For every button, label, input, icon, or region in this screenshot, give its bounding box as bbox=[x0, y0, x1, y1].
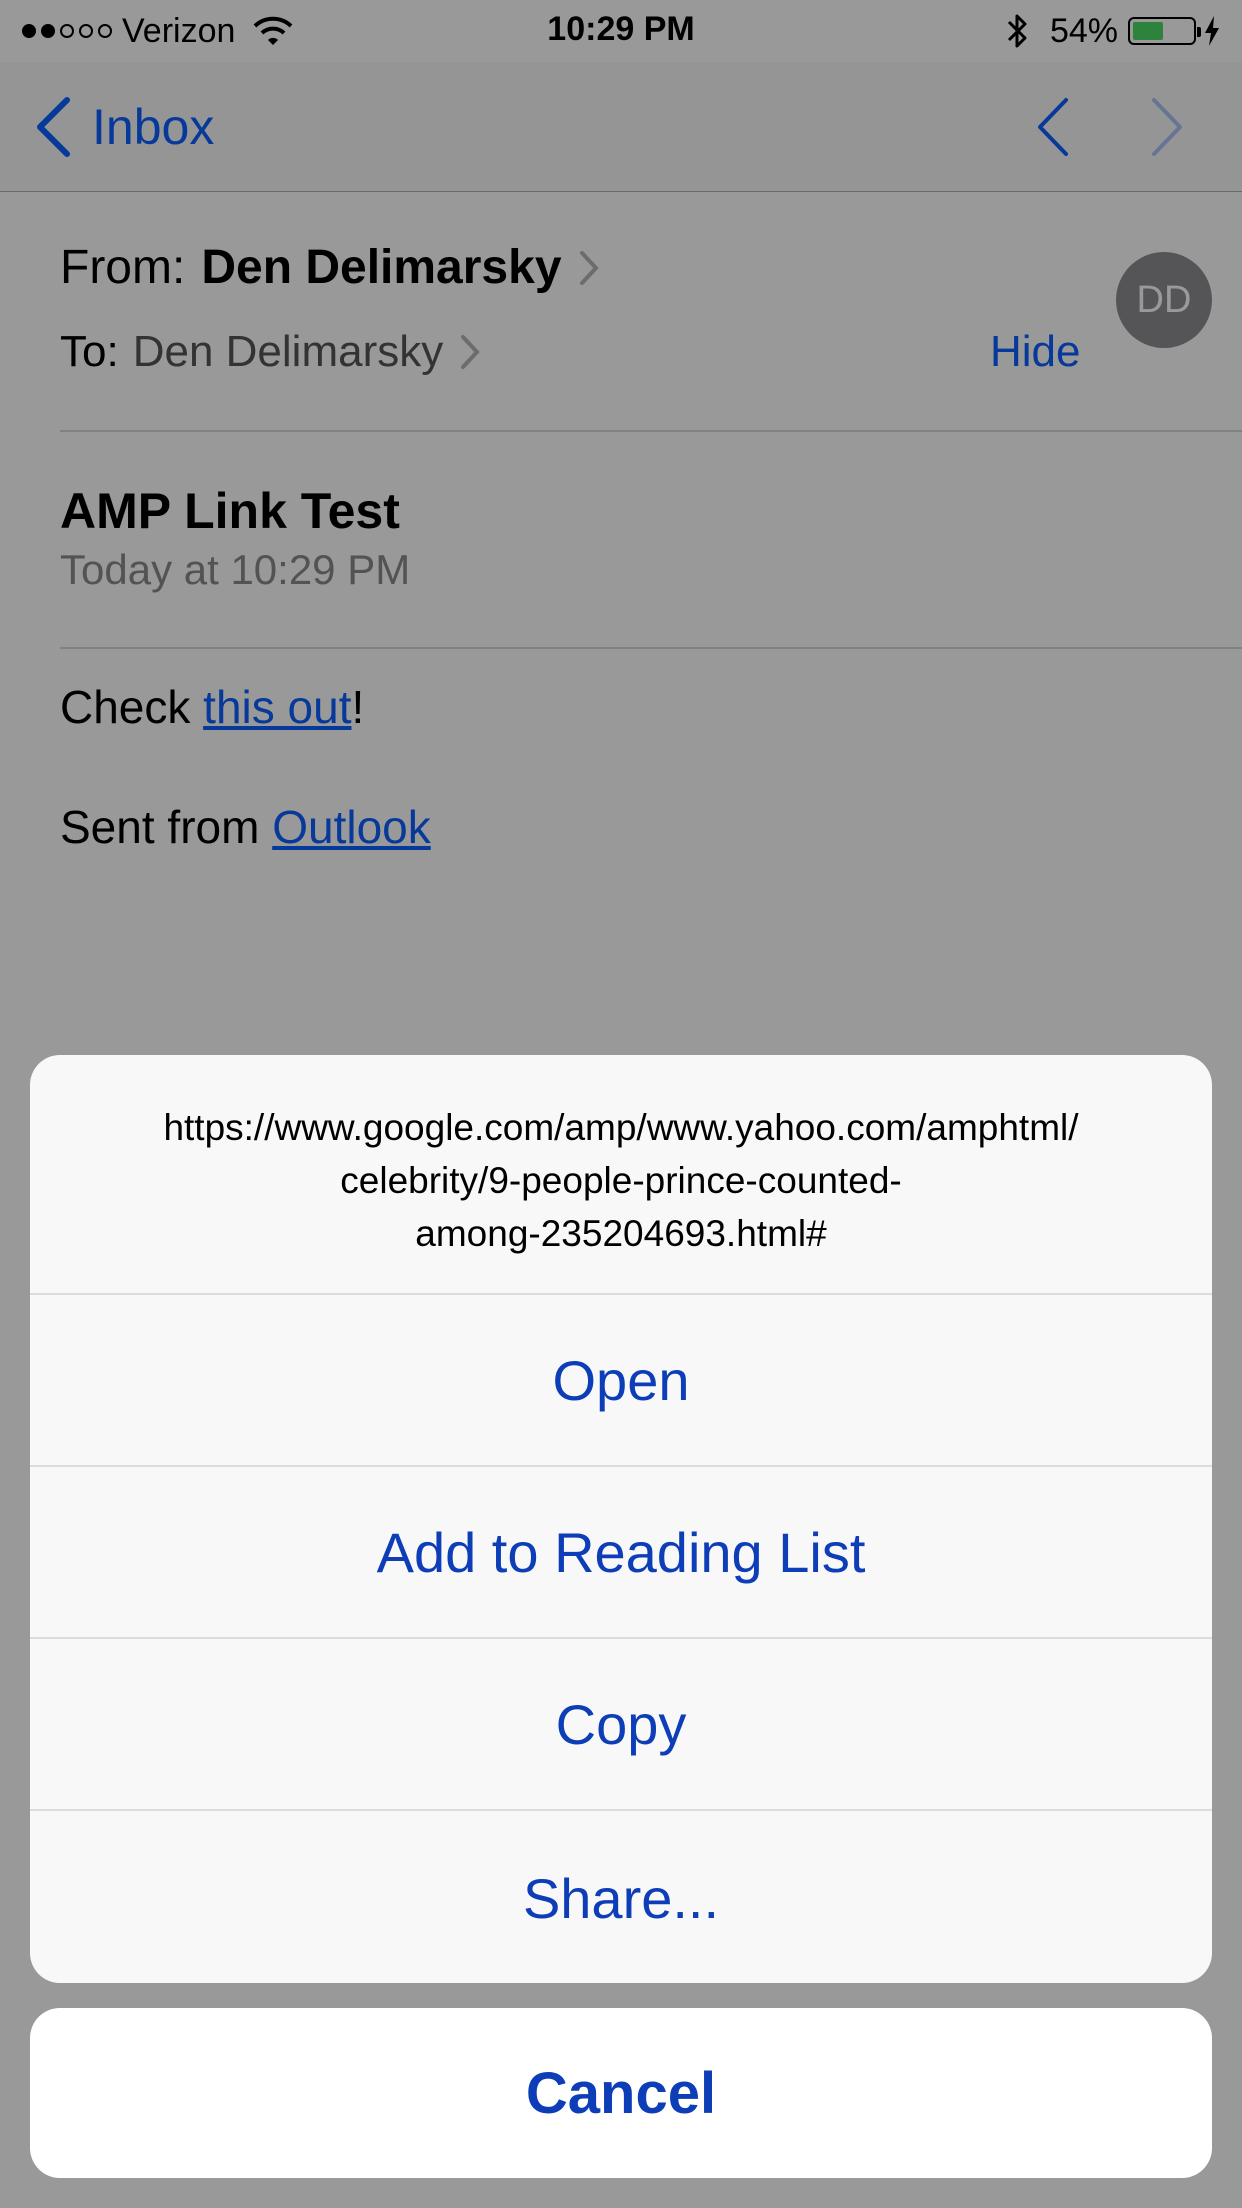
url-line: celebrity/9-people-prince-counted- bbox=[340, 1160, 902, 1201]
url-line: among-235204693.html# bbox=[415, 1213, 827, 1254]
open-button[interactable]: Open bbox=[30, 1295, 1212, 1467]
copy-button[interactable]: Copy bbox=[30, 1639, 1212, 1811]
add-to-reading-list-button[interactable]: Add to Reading List bbox=[30, 1467, 1212, 1639]
action-sheet-url: https://www.google.com/amp/www.yahoo.com… bbox=[30, 1055, 1212, 1295]
screen: Verizon 10:29 PM 54% Inbox From: Den Del… bbox=[0, 0, 1242, 2208]
link-action-sheet: https://www.google.com/amp/www.yahoo.com… bbox=[30, 1055, 1212, 1983]
url-line: https://www.google.com/amp/www.yahoo.com… bbox=[163, 1107, 1079, 1148]
cancel-button[interactable]: Cancel bbox=[30, 2008, 1212, 2178]
share-button[interactable]: Share... bbox=[30, 1811, 1212, 1983]
